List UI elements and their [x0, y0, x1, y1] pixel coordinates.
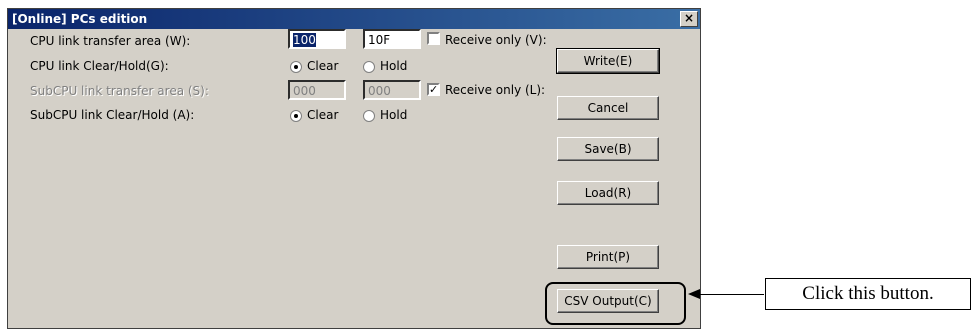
sub-receive-only-checkbox[interactable]: ✓	[427, 83, 440, 96]
print-button[interactable]: Print(P)	[557, 245, 659, 269]
sub-receive-only-label: Receive only (L):	[445, 83, 546, 97]
sub-clear-label: Clear	[307, 108, 339, 122]
cpu-transfer-end-field[interactable]: 10F	[363, 29, 421, 49]
sub-clear-radio[interactable]	[290, 110, 302, 122]
sub-hold-radio[interactable]	[363, 110, 375, 122]
arrow-head-icon	[688, 289, 700, 299]
dialog-title: [Online] PCs edition	[12, 12, 148, 26]
dialog-titlebar[interactable]: [Online] PCs edition ×	[8, 9, 700, 29]
cpu-transfer-start-field[interactable]: 100	[288, 29, 346, 49]
sub-transfer-label: SubCPU link transfer area (S):	[30, 84, 209, 98]
close-button[interactable]: ×	[680, 11, 698, 27]
save-button[interactable]: Save(B)	[557, 137, 659, 161]
cpu-transfer-start-value: 100	[293, 33, 316, 47]
cpu-hold-label: Hold	[380, 59, 408, 73]
csv-output-highlight	[545, 282, 686, 325]
sub-transfer-end-field[interactable]: 000	[363, 80, 421, 100]
sub-clear-hold-label: SubCPU link Clear/Hold (A):	[30, 108, 195, 122]
cpu-clear-hold-label: CPU link Clear/Hold(G):	[30, 59, 169, 73]
write-button[interactable]: Write(E)	[556, 48, 660, 74]
cpu-clear-label: Clear	[307, 59, 339, 73]
radio-selected-dot	[294, 65, 298, 69]
cpu-transfer-label: CPU link transfer area (W):	[30, 34, 191, 48]
sub-hold-label: Hold	[380, 108, 408, 122]
cpu-receive-only-checkbox[interactable]	[427, 32, 440, 45]
load-button[interactable]: Load(R)	[557, 181, 659, 205]
cpu-clear-radio[interactable]	[290, 61, 302, 73]
callout-box: Click this button.	[765, 278, 971, 310]
radio-selected-dot	[294, 114, 298, 118]
cpu-receive-only-label: Receive only (V):	[445, 33, 547, 47]
arrow-line	[700, 294, 764, 295]
cancel-button[interactable]: Cancel	[557, 96, 659, 120]
close-icon: ×	[683, 11, 695, 25]
sub-transfer-start-field[interactable]: 000	[288, 80, 346, 100]
cpu-hold-radio[interactable]	[363, 61, 375, 73]
